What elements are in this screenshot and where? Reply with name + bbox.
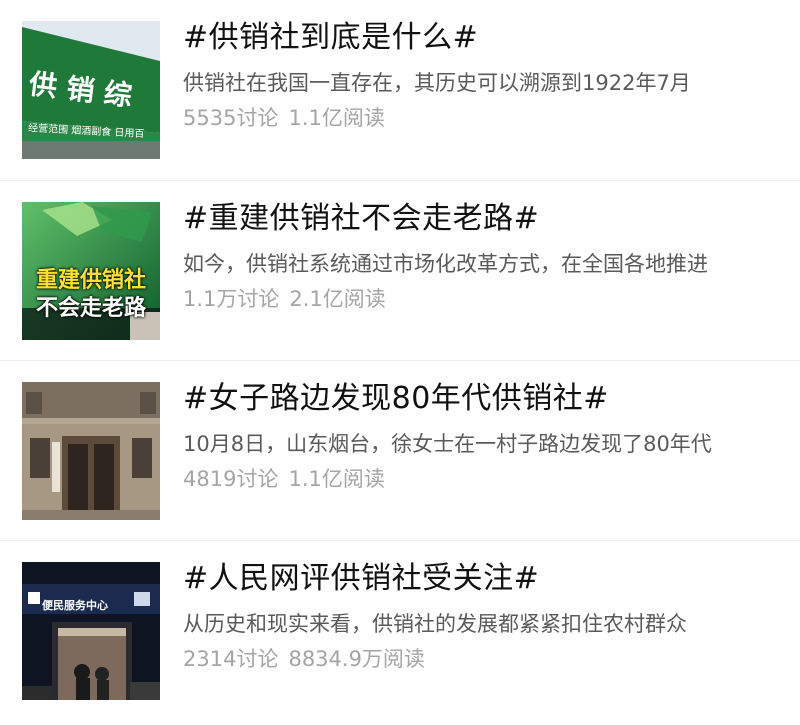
- topic-item[interactable]: 重建供销社 不会走老路 #重建供销社不会走老路# 如今，供销社系统通过市场化改革…: [0, 180, 800, 359]
- topic-thumbnail[interactable]: [22, 382, 160, 520]
- topic-item[interactable]: #女子路边发现80年代供销社# 10月8日，山东烟台，徐女士在一村子路边发现了8…: [0, 360, 800, 539]
- topic-thumbnail[interactable]: 重建供销社 不会走老路: [22, 202, 160, 340]
- read-count: 1.1亿阅读: [288, 106, 385, 130]
- service-center-night-photo-icon: [22, 562, 160, 700]
- topic-title[interactable]: #女子路边发现80年代供销社#: [183, 379, 776, 419]
- discussion-count: 4819讨论: [183, 467, 279, 491]
- topic-thumbnail[interactable]: 供 销 综 经营范围 烟酒副食 日用百: [22, 21, 160, 159]
- topic-stats: 5535讨论 1.1亿阅读: [183, 103, 776, 133]
- topic-summary: 从历史和现实来看，供销社的发展都紧紧扣住农村群众: [183, 612, 687, 636]
- thumbnail-caption: 不会走老路: [35, 296, 146, 321]
- discussion-count: 2314讨论: [183, 647, 279, 671]
- supply-coop-sign-photo-icon: 供 销 综 经营范围 烟酒副食 日用百: [22, 21, 160, 159]
- topic-summary: 10月8日，山东烟台，徐女士在一村子路边发现了80年代: [183, 432, 712, 456]
- topic-list: 供 销 综 经营范围 烟酒副食 日用百 #供销社到底是什么# 供销社在我国一直存…: [0, 0, 800, 725]
- topic-item[interactable]: 供 销 综 经营范围 烟酒副食 日用百 #供销社到底是什么# 供销社在我国一直存…: [0, 0, 800, 179]
- topic-stats: 4819讨论 1.1亿阅读: [183, 464, 776, 494]
- topic-summary: 供销社在我国一直存在，其历史可以溯源到1922年7月: [183, 71, 691, 95]
- topic-title[interactable]: #人民网评供销社受关注#: [183, 559, 776, 599]
- discussion-count: 1.1万讨论: [183, 287, 280, 311]
- discussion-count: 5535讨论: [183, 106, 279, 130]
- topic-title[interactable]: #重建供销社不会走老路#: [183, 199, 776, 239]
- thumbnail-caption: 便民服务中心: [42, 599, 108, 612]
- read-count: 8834.9万阅读: [288, 647, 425, 671]
- topic-stats: 2314讨论 8834.9万阅读: [183, 644, 776, 674]
- read-count: 2.1亿阅读: [289, 287, 386, 311]
- topic-thumbnail[interactable]: 便民服务中心: [22, 562, 160, 700]
- topic-item[interactable]: 便民服务中心 #人民网评供销社受关注# 从历史和现实来看，供销社的发展都紧紧扣住…: [0, 540, 800, 719]
- topic-title[interactable]: #供销社到底是什么#: [183, 18, 776, 58]
- old-building-photo-icon: [22, 382, 160, 520]
- read-count: 1.1亿阅读: [288, 467, 385, 491]
- topic-stats: 1.1万讨论 2.1亿阅读: [183, 284, 776, 314]
- topic-summary: 如今，供销社系统通过市场化改革方式，在全国各地推进: [183, 252, 708, 276]
